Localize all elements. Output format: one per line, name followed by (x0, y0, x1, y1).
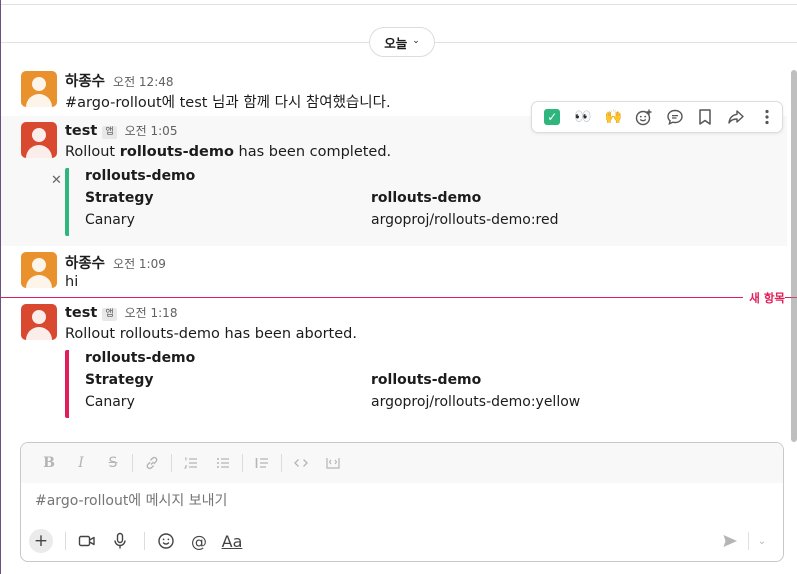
composer-actions: + @ Aa ⌄ (29, 526, 775, 556)
timestamp[interactable]: 오전 1:09 (113, 255, 166, 272)
message-item[interactable]: test 앱 오전 1:05 Rollout rollouts-demo has… (1, 116, 787, 246)
bookmark-icon (699, 109, 712, 125)
bookmark-button[interactable] (690, 103, 721, 131)
attachment-title: rollouts-demo (85, 350, 196, 366)
avatar[interactable] (21, 304, 57, 340)
message-meta: test 앱 오전 1:05 (65, 122, 177, 140)
add-reaction-button[interactable] (629, 103, 660, 131)
attachment-title: rollouts-demo (85, 168, 196, 184)
video-camera-icon (78, 535, 95, 547)
link-icon (146, 456, 158, 470)
sender-name[interactable]: 하종수 (65, 252, 105, 273)
message-text: hi (65, 274, 79, 290)
ordered-list-button[interactable] (175, 449, 207, 477)
ordered-list-icon (184, 457, 197, 469)
emoji-icon (158, 533, 174, 549)
avatar[interactable] (21, 71, 57, 107)
code-block-button[interactable] (317, 449, 349, 477)
raised-hands-reaction[interactable]: 🙌 (598, 103, 629, 131)
sender-name[interactable]: 하종수 (65, 70, 105, 91)
message-meta: 하종수 오전 12:48 (65, 70, 174, 91)
app-badge: 앱 (102, 308, 117, 321)
reply-thread-icon (667, 109, 683, 126)
audio-clip-button[interactable] (105, 527, 135, 555)
add-reaction-icon (635, 109, 652, 126)
link-button[interactable] (136, 449, 168, 477)
attach-button[interactable]: + (29, 529, 53, 553)
code-block-icon (326, 458, 340, 469)
bold-icon: B (43, 455, 55, 471)
eyes-reaction[interactable]: 👀 (568, 103, 599, 131)
timestamp[interactable]: 오전 1:05 (125, 122, 178, 139)
timestamp[interactable]: 오전 1:18 (125, 304, 178, 321)
avatar[interactable] (21, 252, 57, 288)
raised-hands-icon: 🙌 (604, 109, 623, 125)
text-format-button[interactable]: Aa (217, 527, 247, 555)
blockquote-icon (255, 458, 268, 468)
field-label: rollouts-demo (371, 372, 482, 388)
attachment: rollouts-demo Strategy rollouts-demo Can… (65, 350, 625, 418)
field-label: rollouts-demo (371, 190, 482, 206)
message-meta: test 앱 오전 1:18 (65, 304, 177, 322)
app-badge: 앱 (102, 126, 117, 139)
plus-icon: + (33, 531, 49, 551)
message-item[interactable]: 하종수 오전 1:09 hi (1, 246, 787, 294)
italic-icon: I (78, 455, 84, 471)
bulleted-list-icon (217, 458, 229, 468)
field-value: Canary (85, 212, 135, 228)
strikethrough-icon: S (108, 455, 118, 471)
mention-button[interactable]: @ (184, 527, 214, 555)
day-label: 오늘 (384, 35, 408, 51)
italic-button[interactable]: I (65, 449, 97, 477)
share-icon (728, 110, 744, 124)
at-icon: @ (191, 531, 207, 551)
microphone-icon (114, 532, 126, 549)
formatting-toolbar: B I S (21, 443, 783, 483)
chevron-down-icon: ⌄ (757, 535, 767, 547)
reply-thread-button[interactable] (660, 103, 691, 131)
send-icon (723, 535, 737, 547)
message-item[interactable]: test 앱 오전 1:18 Rollout rollouts-demo has… (1, 298, 787, 428)
eyes-icon: 👀 (574, 109, 592, 125)
more-actions-button[interactable] (751, 103, 782, 131)
send-options-button[interactable]: ⌄ (753, 527, 771, 555)
share-button[interactable] (721, 103, 752, 131)
chevron-down-icon: ⌄ (412, 36, 420, 46)
avatar[interactable] (21, 122, 57, 158)
video-clip-button[interactable] (72, 527, 102, 555)
message-input[interactable] (35, 493, 735, 509)
message-text: Rollout rollouts-demo has been aborted. (65, 326, 357, 342)
field-value: Canary (85, 394, 135, 410)
send-controls: ⌄ (716, 526, 771, 556)
sender-name[interactable]: test (65, 305, 97, 321)
close-icon[interactable]: ✕ (51, 173, 62, 188)
field-value: argoproj/rollouts-demo:red (371, 212, 559, 228)
code-button[interactable] (285, 449, 317, 477)
message-hover-toolbar: ✓ 👀 🙌 (531, 101, 783, 133)
sender-name[interactable]: test (65, 123, 97, 139)
blockquote-button[interactable] (246, 449, 278, 477)
timestamp[interactable]: 오전 12:48 (113, 73, 173, 90)
field-label: Strategy (85, 372, 154, 388)
message-text: Rollout rollouts-demo has been completed… (65, 144, 392, 160)
message-meta: 하종수 오전 1:09 (65, 252, 166, 273)
field-value: argoproj/rollouts-demo:yellow (371, 394, 581, 410)
strikethrough-button[interactable]: S (97, 449, 129, 477)
bold-button[interactable]: B (33, 449, 65, 477)
header-edge (1, 0, 797, 5)
scrollbar[interactable] (791, 70, 797, 442)
code-icon (294, 459, 308, 467)
more-vertical-icon (765, 109, 769, 125)
check-mark-reaction[interactable]: ✓ (537, 103, 568, 131)
emoji-button[interactable] (151, 527, 181, 555)
field-label: Strategy (85, 190, 154, 206)
text-format-label: Aa (221, 531, 243, 551)
message-text: #argo-rollout에 test 님과 함께 다시 참여했습니다. (65, 95, 391, 111)
message-composer: B I S + (20, 442, 784, 562)
bulleted-list-button[interactable] (207, 449, 239, 477)
send-button[interactable] (716, 527, 744, 555)
day-divider-button[interactable]: 오늘 ⌄ (369, 27, 435, 57)
attachment: rollouts-demo Strategy rollouts-demo Can… (65, 168, 625, 236)
check-mark-icon: ✓ (544, 109, 561, 125)
